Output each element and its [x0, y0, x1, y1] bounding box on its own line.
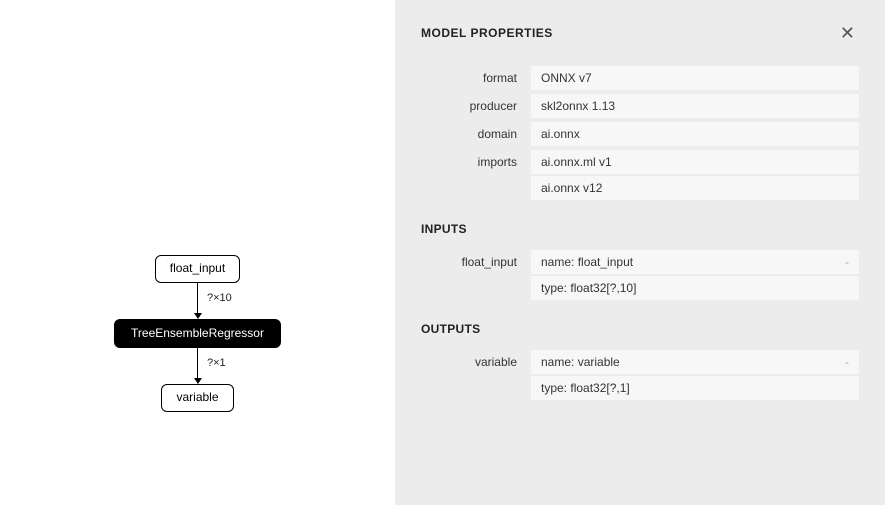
prop-value[interactable]: ONNX v7 [531, 66, 859, 90]
output-name-value[interactable]: name: variable - [531, 350, 859, 374]
prop-label: format [421, 66, 531, 85]
input-values: name: float_input - type: float32[?,10] [531, 250, 859, 300]
prop-value[interactable]: skl2onnx 1.13 [531, 94, 859, 118]
graph-canvas[interactable]: float_input ?×10 TreeEnsembleRegressor ?… [0, 0, 395, 505]
prop-values: ai.onnx [531, 122, 859, 146]
prop-value[interactable]: ai.onnx v12 [531, 176, 859, 200]
expand-icon[interactable]: - [837, 355, 849, 369]
graph-operator-label: TreeEnsembleRegressor [131, 326, 264, 340]
graph-operator-node[interactable]: TreeEnsembleRegressor [114, 319, 281, 349]
properties-panel: MODEL PROPERTIES ✕ format ONNX v7 produc… [395, 0, 885, 505]
prop-row-imports: imports ai.onnx.ml v1 ai.onnx v12 [421, 150, 859, 200]
output-type-value[interactable]: type: float32[?,1] [531, 376, 859, 400]
prop-value[interactable]: ai.onnx.ml v1 [531, 150, 859, 174]
input-name-value[interactable]: name: float_input - [531, 250, 859, 274]
output-label: variable [421, 350, 531, 369]
output-row: variable name: variable - type: float32[… [421, 350, 859, 400]
input-type-value[interactable]: type: float32[?,10] [531, 276, 859, 300]
prop-row-producer: producer skl2onnx 1.13 [421, 94, 859, 118]
prop-label: producer [421, 94, 531, 113]
panel-header: MODEL PROPERTIES ✕ [421, 22, 859, 44]
prop-values: ONNX v7 [531, 66, 859, 90]
graph-input-label: float_input [170, 261, 225, 275]
prop-values: ai.onnx.ml v1 ai.onnx v12 [531, 150, 859, 200]
prop-values: skl2onnx 1.13 [531, 94, 859, 118]
prop-label: domain [421, 122, 531, 141]
graph-output-label: variable [176, 390, 218, 404]
outputs-section-title: OUTPUTS [421, 322, 859, 336]
graph: float_input ?×10 TreeEnsembleRegressor ?… [0, 255, 395, 412]
panel-title: MODEL PROPERTIES [421, 26, 553, 40]
close-icon[interactable]: ✕ [836, 22, 859, 44]
prop-value[interactable]: ai.onnx [531, 122, 859, 146]
graph-output-node[interactable]: variable [161, 384, 233, 412]
model-properties-section: format ONNX v7 producer skl2onnx 1.13 do… [421, 66, 859, 200]
prop-row-domain: domain ai.onnx [421, 122, 859, 146]
prop-label: imports [421, 150, 531, 169]
arrowhead-icon [194, 313, 202, 319]
graph-input-node[interactable]: float_input [155, 255, 240, 283]
inputs-section-title: INPUTS [421, 222, 859, 236]
expand-icon[interactable]: - [837, 255, 849, 269]
graph-edge-1: ?×10 [197, 283, 198, 313]
output-values: name: variable - type: float32[?,1] [531, 350, 859, 400]
app-root: float_input ?×10 TreeEnsembleRegressor ?… [0, 0, 885, 505]
graph-edge-1-label: ?×10 [207, 292, 232, 304]
graph-edge-2-label: ?×1 [207, 357, 226, 369]
graph-edge-2: ?×1 [197, 348, 198, 378]
input-row: float_input name: float_input - type: fl… [421, 250, 859, 300]
prop-row-format: format ONNX v7 [421, 66, 859, 90]
input-label: float_input [421, 250, 531, 269]
